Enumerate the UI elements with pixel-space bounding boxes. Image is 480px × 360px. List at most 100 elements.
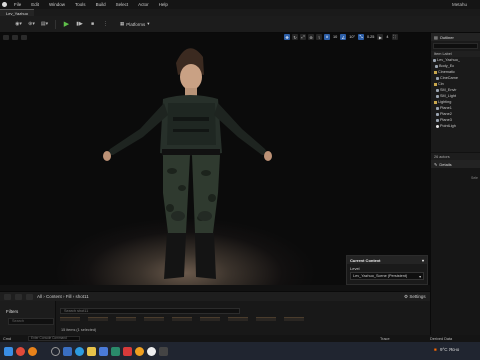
asset-tile[interactable]	[200, 317, 220, 321]
menu-item-window[interactable]: Window	[44, 2, 70, 7]
main-toolbar: ◉▾ ⊕▾ ▤▾ ▶ ▮▶ ■ ⋮ ▦ Platforms ▾	[0, 16, 480, 33]
asset-tile[interactable]	[256, 317, 276, 321]
edge-icon[interactable]	[75, 346, 84, 356]
character-left-hand	[103, 151, 111, 161]
character-right-hand	[264, 151, 272, 161]
outliner-item[interactable]: PointLigh	[431, 123, 480, 129]
menu-item-file[interactable]: File	[9, 2, 26, 7]
stop-icon[interactable]: ■	[88, 20, 97, 29]
outliner-header: ▤ Outliner	[431, 33, 480, 41]
actor-icon	[436, 88, 439, 92]
asset-tile[interactable]	[172, 317, 192, 321]
chevron-down-icon[interactable]: ▾	[422, 258, 424, 263]
actor-icon	[436, 94, 439, 98]
outliner-icon: ▤	[434, 34, 438, 40]
step-icon[interactable]: ▮▶	[75, 20, 84, 29]
asset-search-input[interactable]: Search shot11	[60, 308, 240, 314]
filters-label[interactable]: Filters	[6, 309, 18, 314]
outliner-item-label: Body_Ec	[439, 64, 455, 68]
level-tab-row: Lev_Yazhuo	[0, 9, 480, 16]
start-icon[interactable]	[4, 346, 13, 356]
firefox-icon[interactable]	[28, 346, 37, 356]
character-figure[interactable]	[0, 33, 430, 285]
app-icon-2[interactable]	[159, 346, 168, 356]
file-explorer-icon[interactable]	[87, 346, 96, 356]
chrome-icon[interactable]	[16, 346, 25, 356]
menu-item-help[interactable]: Help	[154, 2, 173, 7]
level-tab[interactable]: Lev_Yazhuo	[0, 9, 34, 16]
folder-icon	[434, 100, 437, 104]
asset-tile[interactable]	[284, 317, 304, 321]
outliner-item-label: Lev_Yazhuo_	[437, 58, 460, 62]
derived-data-button[interactable]: Derived Data	[430, 337, 452, 341]
blueprint-icon[interactable]: ▤▾	[40, 20, 49, 29]
settings-label: Settings	[409, 294, 426, 299]
asset-tile[interactable]	[60, 317, 80, 321]
store-icon[interactable]	[99, 346, 108, 356]
asset-tile[interactable]	[88, 317, 108, 321]
asset-tile[interactable]	[144, 317, 164, 321]
platforms-button[interactable]: ▦ Platforms ▾	[120, 21, 150, 27]
menu-item-actor[interactable]: Actor	[133, 2, 154, 7]
actor-icon	[436, 76, 439, 80]
character-left-leg	[163, 155, 190, 233]
chevron-down-icon: ▾	[419, 274, 421, 279]
breadcrumb-shot11[interactable]: shot11	[76, 294, 89, 299]
details-title: Details	[439, 161, 452, 167]
unreal-logo-icon[interactable]	[0, 0, 9, 9]
level-dropdown[interactable]: Lev_Yazhuo_Scene (Persistent) ▾	[350, 272, 424, 280]
current-context-header: Current Context ▾	[347, 256, 427, 264]
warning-icon[interactable]: ■	[434, 347, 437, 352]
browser-icon[interactable]	[135, 346, 144, 356]
outliner-item-label: Cin	[438, 82, 444, 86]
level-viewport[interactable]: ✥ ↻ ⤢ ⊕ ⌇ # 10 ∠ 10° ⤡ 0.25 ▶ 4 ⛶ Curren…	[0, 33, 430, 285]
weather: Ясно	[448, 347, 460, 352]
outliner-item-label: PointLigh	[440, 124, 456, 128]
app-icon[interactable]	[123, 346, 132, 356]
breadcrumb-content[interactable]: Content	[46, 294, 62, 299]
outliner-item-label: Plane3	[440, 118, 452, 122]
add-button[interactable]	[4, 293, 11, 300]
import-button[interactable]	[15, 293, 22, 300]
content-browser-settings[interactable]: ⚙ Settings	[404, 294, 426, 300]
outliner-title: Outliner	[439, 34, 454, 40]
menu-bar: File Edit Window Tools Build Select Actor Help …	[0, 0, 480, 9]
outliner-item-label: Plane1	[440, 106, 452, 110]
unreal-engine-icon[interactable]	[147, 346, 156, 356]
details-empty-note: Sele	[471, 176, 479, 180]
chevron-down-icon: ▾	[147, 21, 150, 26]
character-left-boot	[164, 233, 186, 279]
menu-item-tools[interactable]: Tools	[70, 2, 91, 7]
select-mode-icon[interactable]: ◉▾	[14, 20, 23, 29]
add-actor-icon[interactable]: ⊕▾	[27, 20, 36, 29]
character-neck	[185, 88, 197, 96]
task-view-icon[interactable]	[63, 346, 72, 356]
outliner-search-input[interactable]	[433, 43, 478, 49]
details-panel: ✎ Details Sele	[430, 160, 480, 335]
details-icon: ✎	[434, 161, 438, 167]
level-value: Lev_Yazhuo_Scene (Persistent)	[353, 274, 408, 278]
mail-icon[interactable]	[111, 346, 120, 356]
menu-item-build[interactable]: Build	[91, 2, 111, 7]
outliner-item-label: Plane2	[440, 112, 452, 116]
menu-item-select[interactable]: Select	[111, 2, 134, 7]
window-title: Metahu	[452, 2, 468, 7]
more-icon[interactable]: ⋮	[101, 20, 110, 29]
temperature: 9°C	[439, 347, 448, 352]
trace-button[interactable]: Trace	[380, 337, 390, 341]
toolbar-divider	[55, 19, 56, 29]
console-command-input[interactable]: Enter Console Command	[28, 336, 80, 341]
menu-item-edit[interactable]: Edit	[26, 2, 44, 7]
asset-tile[interactable]	[228, 317, 248, 321]
character-right-arm	[214, 103, 269, 155]
current-context-title: Current Context	[350, 257, 381, 263]
cmd-label[interactable]: Cmd	[3, 337, 11, 341]
save-all-button[interactable]	[26, 293, 33, 300]
windows-taskbar: ■ 9°C Ясно	[0, 342, 480, 360]
search-icon[interactable]	[51, 346, 60, 356]
asset-tile[interactable]	[116, 317, 136, 321]
status-bar: Cmd Enter Console Command Trace Derived …	[0, 335, 480, 342]
play-icon[interactable]: ▶	[62, 20, 71, 29]
actor-icon	[433, 58, 436, 62]
filter-search-input[interactable]: Search	[8, 318, 54, 325]
